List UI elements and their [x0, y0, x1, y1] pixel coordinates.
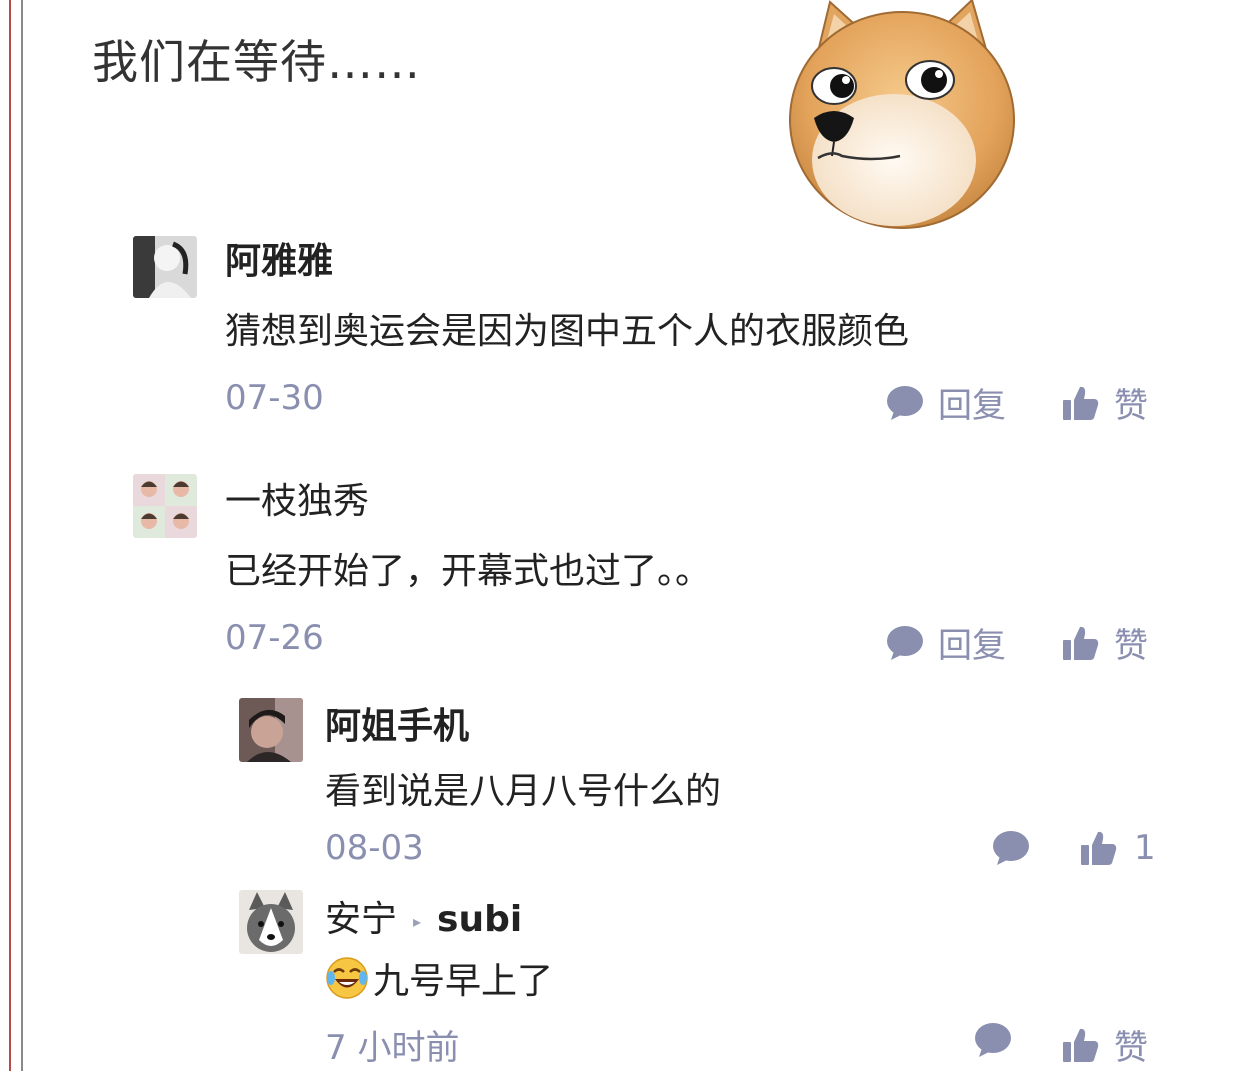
avatar[interactable]: [239, 890, 303, 954]
like-label: 赞: [1114, 386, 1148, 426]
reply-author[interactable]: 阿姐手机: [325, 697, 469, 749]
thumbs-up-icon: [1063, 626, 1099, 660]
doge-sticker: [789, 0, 1015, 229]
speech-bubble-icon: [887, 625, 923, 660]
like-button[interactable]: 1: [1080, 828, 1156, 868]
comment-text: 已经开始了，开幕式也过了。。: [225, 551, 712, 592]
thumbs-up-icon: [1063, 386, 1099, 420]
like-button[interactable]: 赞: [1062, 618, 1148, 667]
comment-author[interactable]: 阿雅雅: [225, 232, 333, 284]
reply-text-line: 九号早上了: [325, 952, 553, 1004]
avatar[interactable]: [133, 474, 197, 538]
like-button[interactable]: 赞: [1062, 1020, 1148, 1069]
like-button[interactable]: 赞: [1062, 378, 1148, 427]
reply-date: 08-03: [325, 828, 424, 868]
speech-bubble-icon: [887, 385, 923, 420]
page-border-left: [9, 0, 11, 1071]
speech-bubble-icon: [975, 1023, 1011, 1057]
reply-text: 九号早上了: [373, 961, 554, 1002]
like-count: 1: [1134, 828, 1156, 868]
comment-author[interactable]: 一枝独秀: [225, 472, 369, 524]
reply-author-line: 安宁 ▸ subi: [325, 890, 522, 942]
avatar[interactable]: [133, 236, 197, 298]
comment-text: 猜想到奥运会是因为图中五个人的衣服颜色: [225, 311, 910, 352]
reply-label: 回复: [938, 626, 1006, 666]
reply-text: 看到说是八月八号什么的: [325, 771, 722, 812]
reply-label: 回复: [938, 386, 1006, 426]
reply-author[interactable]: 安宁: [325, 899, 397, 940]
reply-button[interactable]: [974, 1022, 1012, 1058]
speech-bubble-icon: [993, 831, 1029, 865]
thumbs-up-icon: [1063, 1028, 1099, 1062]
page-border-inner: [21, 0, 23, 1071]
reply-date: 7 小时前: [325, 1028, 460, 1068]
reply-button[interactable]: [992, 830, 1030, 866]
comment-date: 07-26: [225, 618, 324, 658]
reply-button[interactable]: 回复: [886, 378, 1006, 427]
caption-text: 我们在等待……: [92, 35, 421, 89]
thumbs-up-icon: [1081, 831, 1117, 865]
reply-button[interactable]: 回复: [886, 618, 1006, 667]
avatar[interactable]: [239, 698, 303, 762]
laughing-crying-emoji: [326, 957, 368, 999]
comment-date: 07-30: [225, 378, 324, 418]
like-label: 赞: [1114, 626, 1148, 666]
like-label: 赞: [1114, 1028, 1148, 1068]
reply-to-user[interactable]: subi: [437, 899, 522, 940]
reply-to-arrow-icon: ▸: [413, 911, 422, 931]
